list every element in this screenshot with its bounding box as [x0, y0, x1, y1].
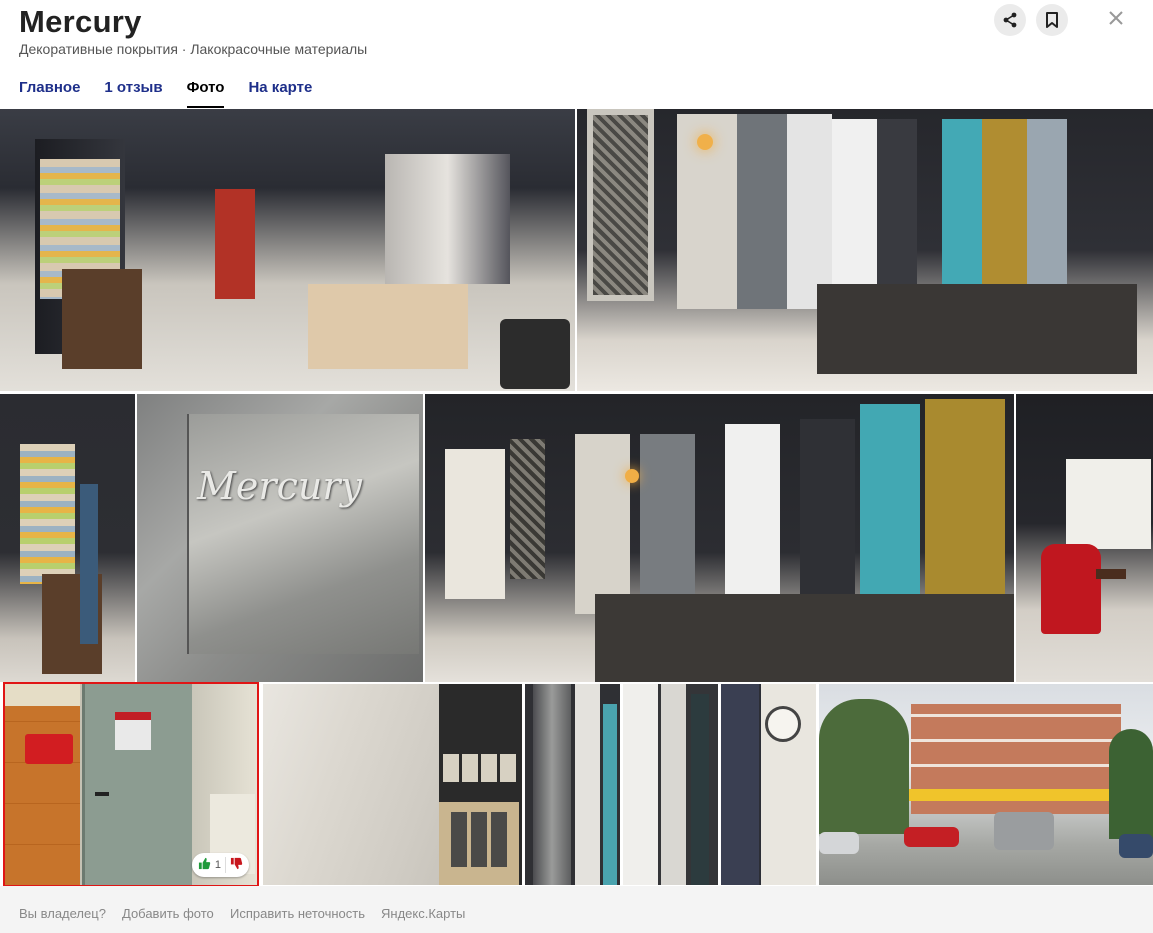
photo-mercury-logo-texture[interactable]: Mercury — [137, 394, 423, 682]
photo-showroom-interior[interactable] — [0, 109, 575, 391]
photo-entrance-door[interactable]: 1 — [5, 684, 257, 885]
thumbs-down-icon[interactable] — [230, 857, 243, 873]
footer: Вы владелец? Добавить фото Исправить нет… — [0, 886, 1153, 933]
tab-reviews[interactable]: 1 отзыв — [104, 78, 162, 108]
close-button[interactable] — [1100, 4, 1132, 36]
tab-bar: Главное 1 отзыв Фото На карте — [19, 78, 336, 108]
footer-link-yandex-maps[interactable]: Яндекс.Карты — [381, 906, 465, 921]
close-icon — [1109, 10, 1123, 30]
photo-white-panels[interactable] — [623, 684, 718, 885]
photo-texture-display[interactable] — [263, 684, 522, 885]
photo-building-exterior[interactable] — [819, 684, 1153, 885]
like-count: 1 — [214, 859, 221, 871]
photo-sample-wall[interactable] — [425, 394, 1014, 682]
card-header: Mercury Декоративные покрытия · Лакокрас… — [0, 0, 1153, 108]
bookmark-icon — [1045, 12, 1059, 28]
share-icon — [1002, 12, 1018, 28]
share-button[interactable] — [994, 4, 1026, 36]
photo-clock-panel[interactable] — [721, 684, 816, 885]
footer-link-add-photo[interactable]: Добавить фото — [122, 906, 214, 921]
bookmark-button[interactable] — [1036, 4, 1068, 36]
photo-panels-closeup[interactable] — [525, 684, 620, 885]
mercury-logo-text: Mercury — [197, 464, 362, 508]
tab-photos[interactable]: Фото — [186, 78, 224, 108]
footer-link-fix-error[interactable]: Исправить неточность — [230, 906, 365, 921]
thumbs-up-icon[interactable] — [198, 857, 211, 873]
photo-waiting-area[interactable] — [1016, 394, 1153, 682]
reaction-divider — [225, 857, 226, 873]
footer-link-owner[interactable]: Вы владелец? — [19, 906, 106, 921]
tab-main[interactable]: Главное — [19, 78, 80, 108]
page-title: Mercury — [19, 4, 142, 39]
photo-color-rack[interactable] — [0, 394, 135, 682]
tab-map[interactable]: На карте — [248, 78, 312, 108]
photo-panel-samples[interactable] — [577, 109, 1153, 391]
category-subtitle: Декоративные покрытия · Лакокрасочные ма… — [19, 41, 368, 57]
photo-reactions: 1 — [191, 853, 249, 877]
